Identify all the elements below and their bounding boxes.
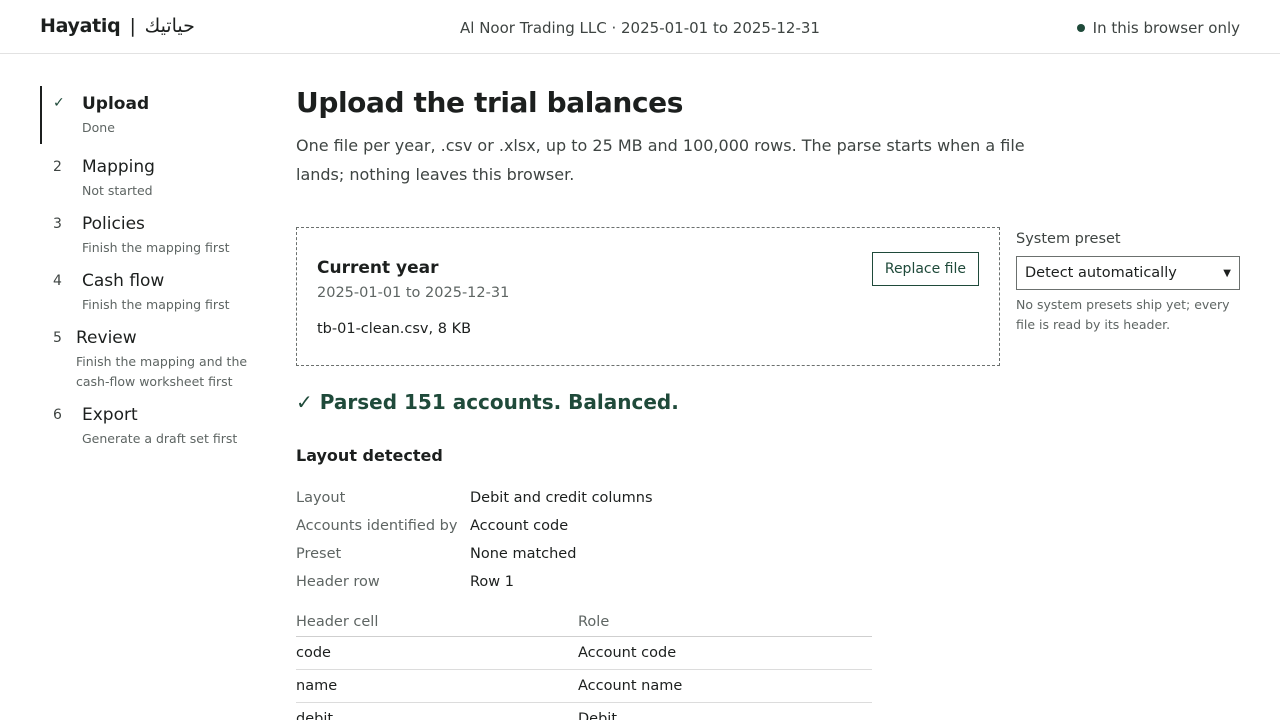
intro-text: One file per year, .csv or .xlsx, up to … xyxy=(296,136,1025,184)
local-note-text: In this browser only xyxy=(1092,19,1240,37)
step-name: Review xyxy=(76,328,137,348)
fact-value: Account code xyxy=(470,518,569,534)
fact-key: Preset xyxy=(296,546,342,562)
step-number: 2 xyxy=(53,159,62,175)
column-header: Header cell xyxy=(296,608,578,637)
fact-key: Accounts identified by xyxy=(296,518,458,534)
fact-value: Debit and credit columns xyxy=(470,490,653,506)
header-cell-table: Header cell Role code Account code name … xyxy=(296,608,872,720)
step-export[interactable]: 6 Export Generate a draft set first xyxy=(40,403,260,449)
check-icon: ✓ xyxy=(296,390,313,414)
step-number: 5 xyxy=(53,330,62,346)
step-name: Cash flow xyxy=(82,271,165,291)
file-dropzone[interactable]: Current year 2025-01-01 to 2025-12-31 tb… xyxy=(296,227,1000,366)
fact-row: Preset None matched xyxy=(296,540,896,568)
header-cell: name xyxy=(296,669,578,703)
step-status: Finish the mapping first xyxy=(82,240,230,255)
preset-help-text: No system presets ship yet; every file i… xyxy=(1016,297,1230,332)
step-review[interactable]: 5 Review Finish the mapping and the cash… xyxy=(40,326,260,392)
page-title: Upload the trial balances xyxy=(296,86,684,119)
step-cash-flow[interactable]: 4 Cash flow Finish the mapping first xyxy=(40,269,260,315)
table-row: code Account code xyxy=(296,636,872,670)
step-policies[interactable]: 3 Policies Finish the mapping first xyxy=(40,212,260,258)
step-number: 3 xyxy=(53,216,62,232)
step-list: ✓ Upload Done 2 Mapping Not started 3 Po… xyxy=(40,86,260,460)
preset-selected-value: Detect automatically xyxy=(1025,265,1177,281)
layout-detected-heading: Layout detected xyxy=(296,446,443,465)
dropzone-title: Current year xyxy=(317,258,439,278)
header-cell: debit xyxy=(296,702,578,720)
step-upload[interactable]: ✓ Upload Done xyxy=(40,86,260,144)
header-cell: code xyxy=(296,636,578,670)
step-mapping[interactable]: 2 Mapping Not started xyxy=(40,155,260,201)
step-name: Upload xyxy=(82,94,150,114)
fact-row: Header row Row 1 xyxy=(296,568,896,596)
status-dot-icon xyxy=(1076,24,1085,32)
fact-key: Layout xyxy=(296,490,346,506)
step-status: Done xyxy=(82,120,115,135)
parse-result: ✓ Parsed 151 accounts. Balanced. xyxy=(296,390,679,414)
local-storage-note: In this browser only xyxy=(1076,19,1240,37)
table-header-row: Header cell Role xyxy=(296,608,872,637)
step-number: 6 xyxy=(53,407,62,423)
header-role: Debit xyxy=(578,702,872,720)
column-header: Role xyxy=(578,608,872,637)
check-icon: ✓ xyxy=(53,95,65,111)
main-content: Upload the trial balances One file per y… xyxy=(296,86,1240,720)
uploaded-file-info: tb-01-clean.csv, 8 KB xyxy=(317,321,472,337)
step-status: Finish the mapping and the cash-flow wor… xyxy=(76,354,248,389)
fact-row: Layout Debit and credit columns xyxy=(296,484,896,512)
preset-label: System preset xyxy=(1016,231,1121,247)
layout-facts: Layout Debit and credit columns Accounts… xyxy=(296,484,896,596)
preset-select[interactable]: Detect automatically ▼ xyxy=(1016,256,1240,290)
table-row: name Account name xyxy=(296,669,872,703)
top-bar: Hayatiq | حياتيك Al Noor Trading LLC · 2… xyxy=(0,0,1280,54)
dropzone-period: 2025-01-01 to 2025-12-31 xyxy=(317,285,510,301)
fact-key: Header row xyxy=(296,574,380,590)
fact-value: None matched xyxy=(470,546,577,562)
step-number: 4 xyxy=(53,273,62,289)
table-row: debit Debit xyxy=(296,702,872,720)
step-name: Policies xyxy=(82,214,145,234)
parse-result-text: Parsed 151 accounts. Balanced. xyxy=(319,390,679,414)
replace-file-button[interactable]: Replace file xyxy=(871,252,979,286)
fact-row: Accounts identified by Account code xyxy=(296,512,896,540)
system-preset: System preset Detect automatically ▼ No … xyxy=(1016,230,1240,335)
chevron-down-icon: ▼ xyxy=(1223,267,1231,279)
step-status: Not started xyxy=(82,183,153,198)
header-role: Account name xyxy=(578,669,872,703)
step-status: Finish the mapping first xyxy=(82,297,230,312)
fact-value: Row 1 xyxy=(470,574,514,590)
step-name: Export xyxy=(82,405,138,425)
header-role: Account code xyxy=(578,636,872,670)
step-name: Mapping xyxy=(82,157,155,177)
step-status: Generate a draft set first xyxy=(82,431,238,446)
